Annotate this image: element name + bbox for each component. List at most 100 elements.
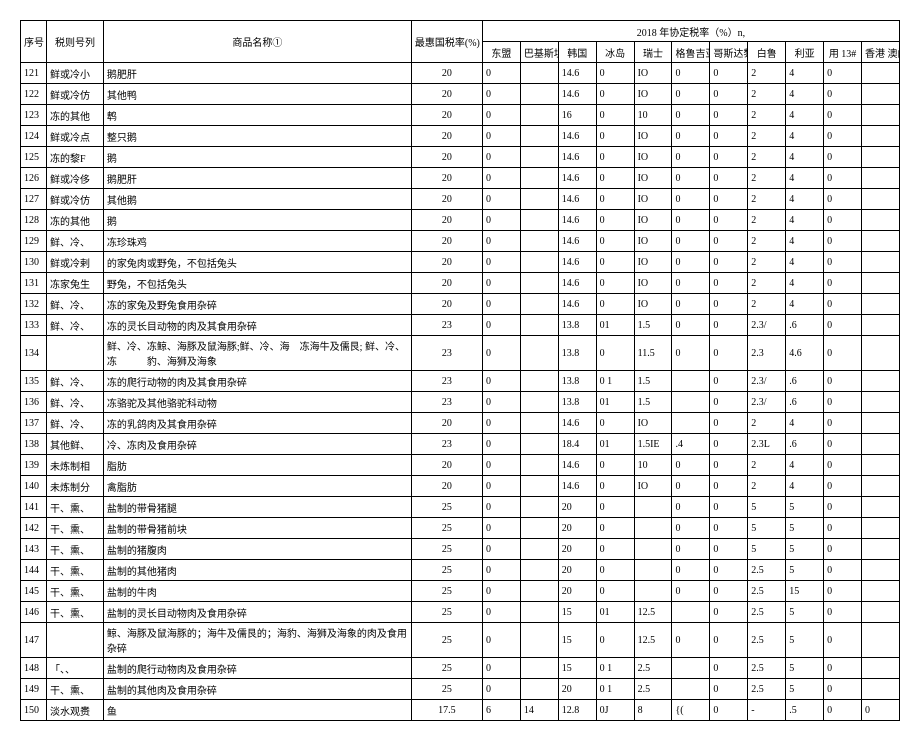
cell-rate: 0 (596, 623, 634, 658)
cell-rate: 0 (824, 189, 862, 210)
cell-rate: 18.4 (558, 434, 596, 455)
table-row: 121鲜或冷小鹅肥肝20014.60IO00240 (21, 63, 900, 84)
cell-rate: 2 (748, 476, 786, 497)
cell-rate: 0 (824, 602, 862, 623)
cell-mfn: 23 (411, 371, 482, 392)
cell-rate: 14.6 (558, 189, 596, 210)
cell-rate: 20 (558, 560, 596, 581)
cell-rate: 20 (558, 497, 596, 518)
cell-rate: 5 (786, 497, 824, 518)
cell-rate (634, 560, 672, 581)
cell-mfn: 25 (411, 679, 482, 700)
cell-code: 鲜或冷点 (47, 126, 104, 147)
cell-rate: 0 (482, 434, 520, 455)
cell-seq: 129 (21, 231, 47, 252)
cell-rate: 2.3/ (748, 392, 786, 413)
cell-mfn: 20 (411, 126, 482, 147)
cell-rate: .6 (786, 392, 824, 413)
cell-rate: 0 (482, 63, 520, 84)
cell-rate: 5 (786, 518, 824, 539)
cell-seq: 149 (21, 679, 47, 700)
cell-mfn: 20 (411, 294, 482, 315)
cell-rate: 2.3 (748, 336, 786, 371)
cell-seq: 148 (21, 658, 47, 679)
cell-seq: 143 (21, 539, 47, 560)
cell-rate: 01 (596, 315, 634, 336)
cell-code: 干、熏、 (47, 602, 104, 623)
cell-seq: 137 (21, 413, 47, 434)
cell-rate: 0 (824, 105, 862, 126)
cell-rate (520, 455, 558, 476)
cell-rate (862, 315, 900, 336)
cell-rate: 0 (596, 189, 634, 210)
cell-rate: 14.6 (558, 84, 596, 105)
cell-rate (672, 392, 710, 413)
table-row: 124鲜或冷点整只鹅20014.60IO00240 (21, 126, 900, 147)
cell-rate: 0J (596, 700, 634, 721)
cell-rate (520, 126, 558, 147)
cell-mfn: 23 (411, 434, 482, 455)
cell-rate: 0 (824, 497, 862, 518)
cell-rate (862, 126, 900, 147)
cell-rate: 0 (672, 518, 710, 539)
cell-rate: 20 (558, 539, 596, 560)
cell-rate (520, 231, 558, 252)
col-r1: 巴基斯坦 (520, 42, 558, 63)
cell-rate: 0 (596, 147, 634, 168)
cell-rate: 0 (596, 455, 634, 476)
cell-rate: 1.5IE (634, 434, 672, 455)
cell-rate: 0 (710, 413, 748, 434)
cell-rate: 0 (672, 623, 710, 658)
cell-rate: 2.5 (748, 581, 786, 602)
col-group: 2018 年协定税率（%）n, (482, 21, 899, 42)
cell-rate: IO (634, 252, 672, 273)
cell-rate: 0 (482, 455, 520, 476)
cell-rate: 0 (672, 84, 710, 105)
table-row: 139未炼制相脂肪20014.601000240 (21, 455, 900, 476)
cell-rate: 0 (710, 658, 748, 679)
col-code: 税则号列 (47, 21, 104, 63)
cell-rate: 2 (748, 231, 786, 252)
col-r0: 东盟 (482, 42, 520, 63)
cell-mfn: 25 (411, 623, 482, 658)
cell-rate (862, 679, 900, 700)
cell-rate (520, 434, 558, 455)
cell-name: 鲜、冷、冻鲸、海豚及鼠海豚;鲜、冷、海 冻海牛及儒艮; 鲜、冷、冻 豹、海狮及海… (103, 336, 411, 371)
cell-rate: 4 (786, 126, 824, 147)
cell-rate (862, 252, 900, 273)
cell-rate: 0 (596, 294, 634, 315)
cell-code: 鲜、冷、 (47, 231, 104, 252)
cell-mfn: 20 (411, 63, 482, 84)
table-row: 126鲜或冷侈鹅肥肝20014.60IO00240 (21, 168, 900, 189)
cell-rate (520, 210, 558, 231)
cell-code: 干、熏、 (47, 539, 104, 560)
cell-rate: 4 (786, 105, 824, 126)
table-row: 140未炼制分禽脂肪20014.60IO00240 (21, 476, 900, 497)
cell-mfn: 23 (411, 392, 482, 413)
table-row: 149干、熏、盐制的其他肉及食用杂碎250200 12.502.550 (21, 679, 900, 700)
cell-rate: 0 (596, 168, 634, 189)
cell-rate: 01 (596, 602, 634, 623)
cell-rate: 11.5 (634, 336, 672, 371)
cell-rate (862, 539, 900, 560)
cell-rate: 0 (672, 455, 710, 476)
cell-rate: 4 (786, 189, 824, 210)
cell-rate (520, 189, 558, 210)
table-row: 123冻的其他鹎2001601000240 (21, 105, 900, 126)
cell-rate (862, 210, 900, 231)
cell-name: 盐制的带骨猪腿 (103, 497, 411, 518)
cell-rate: 12.5 (634, 623, 672, 658)
cell-rate: 0 (482, 273, 520, 294)
cell-rate: 12.8 (558, 700, 596, 721)
cell-rate: 13.8 (558, 392, 596, 413)
cell-rate: 0 (710, 602, 748, 623)
cell-rate: 0 (672, 336, 710, 371)
cell-rate: 0 (710, 294, 748, 315)
cell-rate: 5 (748, 539, 786, 560)
cell-code: 冻的其他 (47, 105, 104, 126)
cell-rate: 15 (558, 658, 596, 679)
cell-rate: 0 (672, 315, 710, 336)
cell-mfn: 25 (411, 518, 482, 539)
cell-rate: .5 (786, 700, 824, 721)
table-row: 127鲜或冷仿其他鹅20014.60IO00240 (21, 189, 900, 210)
